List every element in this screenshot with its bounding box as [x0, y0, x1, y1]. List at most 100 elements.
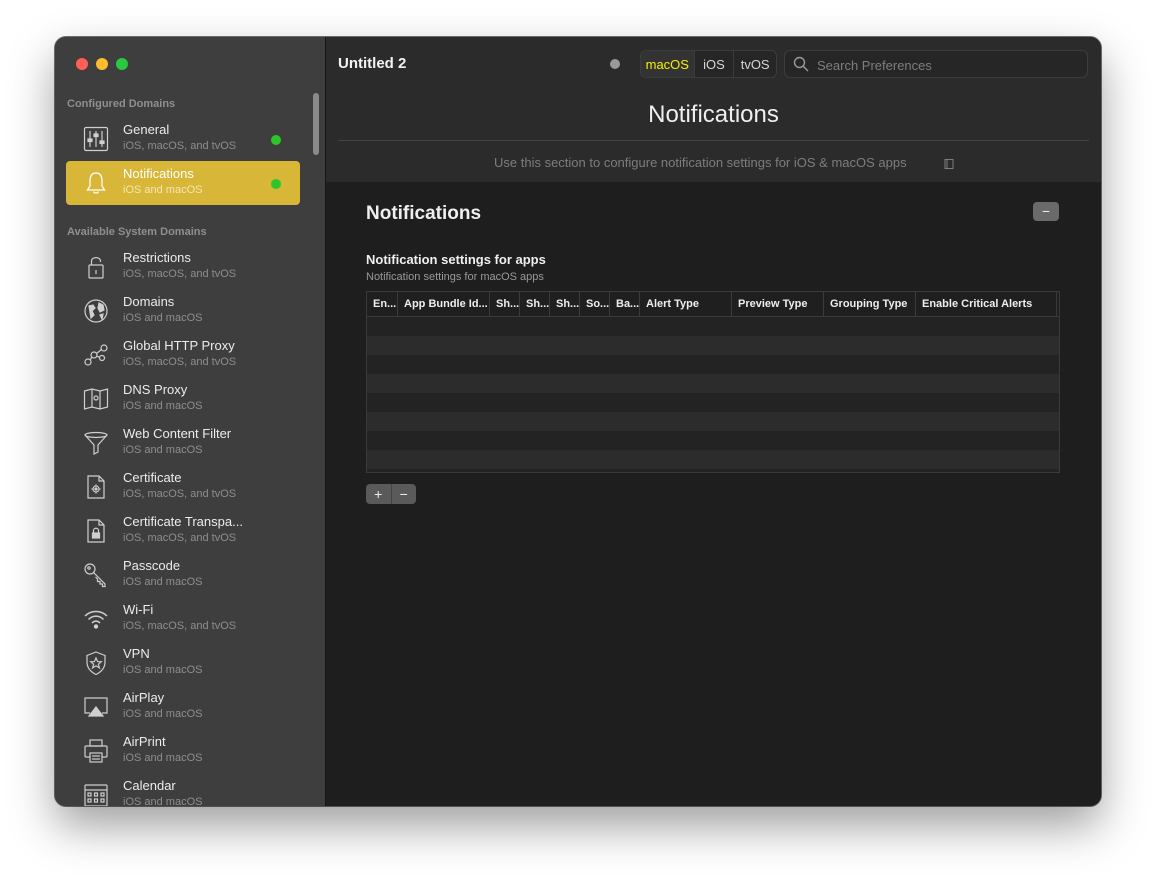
- table-row: [367, 431, 1059, 450]
- sidebar-item-title: General: [123, 122, 170, 137]
- sidebar: Configured Domains General iOS, macOS, a…: [55, 37, 326, 806]
- platform-selector: macOS iOS tvOS: [640, 50, 777, 78]
- column-header-app-bundle-id[interactable]: App Bundle Id...: [398, 292, 490, 316]
- platform-tab-macos[interactable]: macOS: [641, 51, 694, 77]
- table-row: [367, 355, 1059, 374]
- shield-star-icon: [82, 649, 110, 677]
- add-row-button[interactable]: +: [366, 484, 391, 504]
- close-window-button[interactable]: [76, 58, 88, 70]
- sidebar-item-passcode[interactable]: Passcode iOS and macOS: [66, 553, 300, 597]
- table-row: [367, 393, 1059, 412]
- sidebar-item-certificate[interactable]: Certificate iOS, macOS, and tvOS: [66, 465, 300, 509]
- sidebar-item-global-http-proxy[interactable]: Global HTTP Proxy iOS, macOS, and tvOS: [66, 333, 300, 377]
- zoom-window-button[interactable]: [116, 58, 128, 70]
- group-title: Notification settings for apps: [366, 252, 546, 267]
- sidebar-item-title: Certificate Transpa...: [123, 514, 243, 529]
- column-header-alert-type[interactable]: Alert Type: [640, 292, 732, 316]
- certificate-gear-icon: [82, 473, 110, 501]
- status-indicator: [610, 59, 620, 69]
- sidebar-item-web-content-filter[interactable]: Web Content Filter iOS and macOS: [66, 421, 300, 465]
- proxy-nodes-icon: [82, 341, 110, 369]
- map-icon: [82, 385, 110, 413]
- sidebar-item-dns-proxy[interactable]: DNS Proxy iOS and macOS: [66, 377, 300, 421]
- search-icon: [793, 56, 809, 72]
- available-domains-header: Available System Domains: [67, 226, 207, 238]
- column-header-sounds[interactable]: So...: [580, 292, 610, 316]
- column-header-show-1[interactable]: Sh...: [490, 292, 520, 316]
- table-row: [367, 374, 1059, 393]
- minimize-window-button[interactable]: [96, 58, 108, 70]
- search-input[interactable]: [815, 54, 1079, 76]
- window-controls: [76, 58, 128, 70]
- sidebar-item-subtitle: iOS, macOS, and tvOS: [123, 488, 237, 500]
- page-header: Untitled 2 macOS iOS tvOS Notifications …: [326, 37, 1101, 182]
- search-field: [784, 50, 1088, 78]
- table-body[interactable]: [367, 317, 1059, 472]
- sidebar-item-title: Passcode: [123, 558, 181, 573]
- sidebar-item-wifi[interactable]: Wi-Fi iOS, macOS, and tvOS: [66, 597, 300, 641]
- configured-status-dot: [271, 179, 281, 189]
- sidebar-item-certificate-transparency[interactable]: Certificate Transpa... iOS, macOS, and t…: [66, 509, 300, 553]
- sidebar-item-domains[interactable]: Domains iOS and macOS: [66, 289, 300, 333]
- column-header-enable-critical-alerts[interactable]: Enable Critical Alerts: [916, 292, 1057, 316]
- wifi-icon: [82, 605, 110, 633]
- sidebar-item-subtitle: iOS and macOS: [123, 752, 203, 764]
- table-header: En... App Bundle Id... Sh... Sh... Sh...…: [367, 292, 1059, 317]
- configured-domains-header: Configured Domains: [67, 98, 176, 110]
- sidebar-item-title: AirPlay: [123, 690, 165, 705]
- sidebar-item-subtitle: iOS and macOS: [123, 312, 203, 324]
- sidebar-item-subtitle: iOS and macOS: [123, 664, 203, 676]
- sidebar-item-title: Restrictions: [123, 250, 191, 265]
- platform-tab-tvos[interactable]: tvOS: [733, 51, 776, 77]
- sidebar-item-airprint[interactable]: AirPrint iOS and macOS: [66, 729, 300, 773]
- column-header-enabled[interactable]: En...: [367, 292, 398, 316]
- column-header-badges[interactable]: Ba...: [610, 292, 640, 316]
- sidebar-item-general[interactable]: General iOS, macOS, and tvOS: [66, 117, 300, 161]
- group-subtitle: Notification settings for macOS apps: [366, 271, 544, 283]
- configured-status-dot: [271, 135, 281, 145]
- sliders-icon: [82, 125, 110, 153]
- sidebar-item-subtitle: iOS, macOS, and tvOS: [123, 268, 237, 280]
- sidebar-item-subtitle: iOS, macOS, and tvOS: [123, 356, 237, 368]
- table-row: [367, 336, 1059, 355]
- notification-settings-table: En... App Bundle Id... Sh... Sh... Sh...…: [366, 291, 1060, 473]
- sidebar-item-subtitle: iOS and macOS: [123, 400, 203, 412]
- sidebar-item-notifications[interactable]: Notifications iOS and macOS: [66, 161, 300, 205]
- remove-row-button[interactable]: −: [390, 484, 417, 504]
- sidebar-item-subtitle: iOS and macOS: [123, 184, 203, 196]
- key-icon: [82, 561, 110, 589]
- sidebar-item-subtitle: iOS and macOS: [123, 444, 203, 456]
- table-row: [367, 317, 1059, 336]
- sidebar-item-title: Web Content Filter: [123, 426, 232, 441]
- sidebar-scrollbar[interactable]: [313, 93, 319, 155]
- column-header-preview-type[interactable]: Preview Type: [732, 292, 824, 316]
- platform-tab-ios[interactable]: iOS: [693, 51, 734, 77]
- sidebar-item-title: Calendar: [123, 778, 176, 793]
- sidebar-item-title: Domains: [123, 294, 175, 309]
- sidebar-item-vpn[interactable]: VPN iOS and macOS: [66, 641, 300, 685]
- calendar-icon: [82, 781, 110, 806]
- sidebar-item-calendar[interactable]: Calendar iOS and macOS: [66, 773, 300, 806]
- airplay-icon: [82, 693, 110, 721]
- sidebar-item-title: DNS Proxy: [123, 382, 188, 397]
- document-title: Untitled 2: [338, 55, 407, 72]
- column-header-grouping-type[interactable]: Grouping Type: [824, 292, 916, 316]
- printer-icon: [82, 737, 110, 765]
- app-window: Configured Domains General iOS, macOS, a…: [55, 37, 1101, 806]
- remove-section-button[interactable]: −: [1033, 202, 1059, 221]
- table-row: [367, 450, 1059, 469]
- main-content: Untitled 2 macOS iOS tvOS Notifications …: [326, 37, 1101, 806]
- sidebar-item-title: Wi-Fi: [123, 602, 154, 617]
- page-description: Use this section to configure notificati…: [494, 155, 907, 170]
- sidebar-item-subtitle: iOS and macOS: [123, 796, 203, 806]
- section-title: Notifications: [366, 203, 482, 224]
- column-header-show-3[interactable]: Sh...: [550, 292, 580, 316]
- sidebar-item-title: AirPrint: [123, 734, 166, 749]
- book-icon[interactable]: [943, 157, 955, 169]
- sidebar-item-airplay[interactable]: AirPlay iOS and macOS: [66, 685, 300, 729]
- sidebar-item-restrictions[interactable]: Restrictions iOS, macOS, and tvOS: [66, 245, 300, 289]
- globe-icon: [82, 297, 110, 325]
- column-header-show-2[interactable]: Sh...: [520, 292, 550, 316]
- lock-icon: [82, 253, 110, 281]
- table-add-remove-control: + −: [366, 484, 416, 504]
